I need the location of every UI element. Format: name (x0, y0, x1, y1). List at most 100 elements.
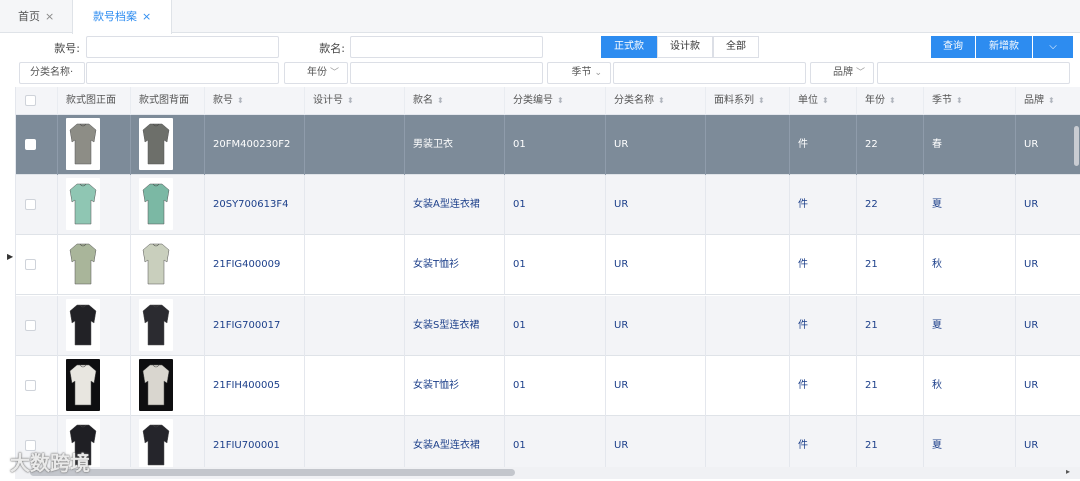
table-row[interactable]: 20SY700613F4 女装A型连衣裙 01 UR 件 22 夏 UR (16, 175, 1080, 236)
row-checkbox[interactable] (25, 139, 36, 150)
segment-all[interactable]: 全部 (713, 36, 759, 58)
cell-cat-no: 01 (505, 235, 606, 296)
tab-style-archive-label: 款号档案 (93, 10, 137, 23)
brand-select[interactable]: 品牌 ﹀ (810, 62, 874, 84)
row-checkbox[interactable] (25, 199, 36, 211)
sort-icon[interactable]: ⬍ (758, 96, 765, 105)
season-select[interactable]: 季节 ⌄ (547, 62, 611, 84)
column-header-label: 款名 (413, 95, 433, 106)
sort-icon[interactable]: ⬍ (557, 96, 564, 105)
column-header-cat-name[interactable]: 分类名称 ⬍ (606, 87, 706, 115)
table-row[interactable]: 21FIG700017 女装S型连衣裙 01 UR 件 21 夏 UR (16, 295, 1080, 356)
sort-icon[interactable]: ⬍ (822, 96, 829, 105)
table-row[interactable]: 20FM400230F2 男装卫衣 01 UR 件 22 春 UR (16, 115, 1080, 175)
category-label: 分类名称· (30, 67, 74, 78)
row-checkbox[interactable] (25, 319, 36, 331)
sort-icon[interactable]: ⬍ (658, 96, 665, 105)
image-back-cell (131, 295, 205, 356)
scroll-right-arrow-icon[interactable]: ▸ (1066, 467, 1070, 476)
garment-front-thumbnail[interactable] (66, 118, 100, 170)
cell-cat-no: 01 (505, 175, 606, 236)
sort-icon[interactable]: ⬍ (347, 96, 354, 105)
cell-cat-name: UR (606, 175, 706, 236)
garment-front-thumbnail[interactable] (66, 178, 100, 231)
column-header-label: 分类编号 (513, 95, 553, 106)
select-all-checkbox[interactable] (25, 95, 36, 106)
horizontal-scrollbar[interactable]: ▸ (15, 467, 1080, 479)
column-header-unit[interactable]: 单位 ⬍ (790, 87, 857, 115)
cell-fabric (706, 235, 790, 296)
cell-unit: 件 (790, 355, 857, 416)
cell-name: 女装T恤衫 (405, 355, 505, 416)
column-header-brand[interactable]: 品牌 ⬍ (1016, 87, 1080, 115)
column-header-fabric[interactable]: 面料系列 ⬍ (706, 87, 790, 115)
garment-back-thumbnail[interactable] (139, 358, 173, 411)
column-header-label: 分类名称 (614, 95, 654, 106)
query-button[interactable]: 查询 (931, 36, 975, 58)
cell-name: 女装T恤衫 (405, 235, 505, 296)
sort-icon[interactable]: ⬍ (237, 96, 244, 105)
row-checkbox[interactable] (25, 379, 36, 391)
cell-brand: UR (1016, 235, 1080, 295)
cell-name: 男装卫衣 (405, 115, 505, 175)
table-row[interactable]: 21FIH400005 女装T恤衫 01 UR 件 21 秋 UR (16, 355, 1080, 416)
garment-back-thumbnail[interactable] (139, 118, 173, 170)
table-row[interactable]: 21FIU700001 女装A型连衣裙 01 UR 件 21 夏 UR (16, 416, 1080, 467)
garment-back-thumbnail[interactable] (139, 178, 173, 231)
close-icon[interactable]: × (45, 10, 54, 23)
sort-icon[interactable]: ⬍ (889, 96, 896, 105)
column-header-year[interactable]: 年份 ⬍ (857, 87, 924, 115)
segment-formal[interactable]: 正式款 (601, 36, 657, 58)
row-select-cell (16, 355, 58, 416)
year-input[interactable] (350, 62, 543, 84)
column-header-name[interactable]: 款名 ⬍ (405, 87, 505, 115)
garment-front-thumbnail[interactable] (66, 238, 100, 291)
garment-back-thumbnail[interactable] (139, 419, 173, 467)
sort-icon[interactable]: ⬍ (437, 96, 444, 105)
cell-design-no (305, 175, 405, 236)
year-select[interactable]: 年份 ﹀ (284, 62, 348, 84)
vertical-scrollbar[interactable] (1074, 126, 1079, 166)
column-header-label: 季节 (932, 95, 952, 106)
garment-front-thumbnail[interactable] (66, 298, 100, 351)
close-icon[interactable]: × (142, 10, 151, 23)
column-header-design-no[interactable]: 设计号 ⬍ (305, 87, 405, 115)
style-no-label: 款号: (54, 42, 80, 55)
category-select[interactable]: 分类名称· (19, 62, 85, 84)
cell-brand: UR (1016, 175, 1080, 235)
sort-icon[interactable]: ⬍ (956, 96, 963, 105)
chevron-down-icon: ⌄ (594, 68, 602, 78)
column-header-label: 设计号 (313, 95, 343, 106)
cell-design-no (305, 115, 405, 175)
tab-style-archive[interactable]: 款号档案 × (72, 0, 172, 34)
cell-season: 夏 (924, 416, 1016, 467)
sort-icon[interactable]: ⬍ (1048, 96, 1055, 105)
more-dropdown-button[interactable]: ⌵ (1033, 36, 1073, 58)
image-back-cell (131, 115, 205, 175)
style-name-input[interactable] (350, 36, 543, 58)
column-header[interactable]: 款式图正面 (58, 87, 131, 115)
cell-style-no: 20SY700613F4 (205, 175, 305, 236)
row-select-cell (16, 175, 58, 236)
garment-back-thumbnail[interactable] (139, 238, 173, 291)
garment-front-thumbnail[interactable] (66, 358, 100, 411)
watermark-logo: 大数跨境 (10, 447, 90, 476)
column-header[interactable]: 款式图背面 (131, 87, 205, 115)
column-header-cat-no[interactable]: 分类编号 ⬍ (505, 87, 606, 115)
cell-design-no (305, 295, 405, 356)
segment-design[interactable]: 设计款 (657, 36, 713, 58)
add-style-button[interactable]: 新增款 (976, 36, 1032, 58)
brand-input[interactable] (877, 62, 1070, 84)
cell-fabric (706, 175, 790, 236)
category-input[interactable] (86, 62, 279, 84)
table-row[interactable]: 21FIG400009 女装T恤衫 01 UR 件 21 秋 UR (16, 235, 1080, 296)
column-header-style-no[interactable]: 款号 ⬍ (205, 87, 305, 115)
column-header-season[interactable]: 季节 ⬍ (924, 87, 1016, 115)
cell-fabric (706, 416, 790, 467)
row-checkbox[interactable] (25, 259, 36, 271)
season-input[interactable] (613, 62, 806, 84)
tab-home[interactable]: 首页 × (0, 0, 72, 33)
style-no-input[interactable] (86, 36, 279, 58)
scrollbar-thumb[interactable] (30, 469, 515, 476)
garment-back-thumbnail[interactable] (139, 298, 173, 351)
